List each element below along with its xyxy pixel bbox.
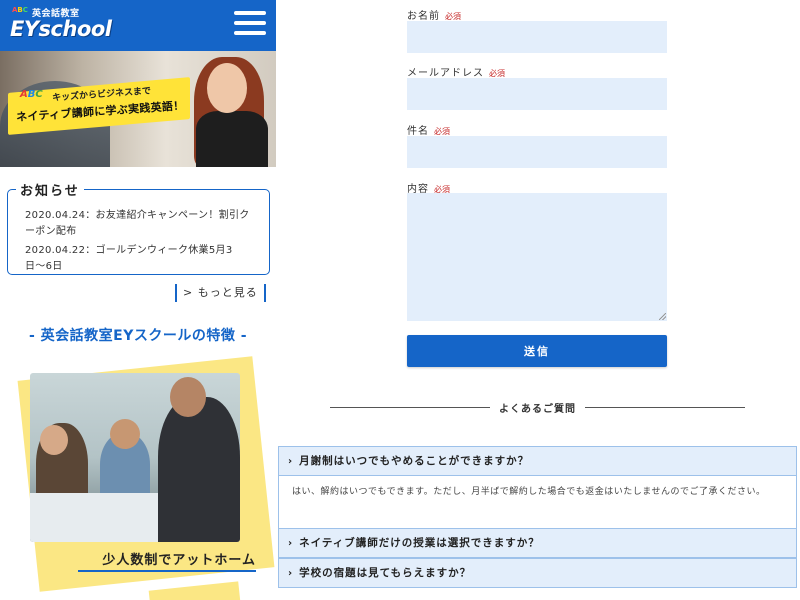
chevron-right-icon: › — [288, 538, 294, 549]
faq-answer: はい、解約はいつでもできます。ただし、月半ばで解約した場合でも返金はいたしません… — [278, 476, 797, 528]
left-column: ABC 英会話教室 EYschool ABC キッズからビジネスまで ネイティブ… — [0, 0, 276, 600]
chevron-right-icon: › — [288, 568, 294, 579]
email-label: メールアドレス 必須 — [407, 68, 505, 79]
logo-wordmark: EYschool — [10, 17, 112, 41]
features-title: - 英会話教室EYスクールの特徴 - — [28, 328, 248, 344]
faq-question[interactable]: › ネイティブ講師だけの授業は選択できますか？ — [278, 528, 797, 558]
required-badge: 必須 — [434, 127, 450, 136]
content-textarea[interactable] — [407, 193, 667, 321]
hero-abc-letters: ABC — [20, 89, 43, 100]
news-box: お知らせ 2020.04.24：お友達紹介キャンペーン！割引クーポン配布 202… — [7, 180, 270, 275]
faq-question[interactable]: › 月謝制はいつでもやめることができますか？ — [278, 446, 797, 476]
feature-underline — [78, 570, 256, 572]
subject-field[interactable] — [407, 136, 667, 168]
news-item[interactable]: 2020.04.24：お友達紹介キャンペーン！割引クーポン配布 — [25, 208, 253, 240]
news-item[interactable]: 2020.04.22：ゴールデンウィーク休業5月3日〜6日 — [25, 243, 253, 275]
next-feature-card-background — [148, 581, 242, 600]
site-header: ABC 英会話教室 EYschool — [0, 0, 276, 51]
chevron-right-icon: › — [288, 456, 294, 467]
email-field[interactable] — [407, 78, 667, 110]
hamburger-menu-icon[interactable] — [234, 11, 266, 39]
name-label: お名前 必須 — [407, 11, 461, 22]
hero-banner: ABC キッズからビジネスまで ネイティブ講師に学ぶ実践英語！ — [0, 51, 276, 167]
required-badge: 必須 — [489, 69, 505, 78]
classroom-photo — [30, 373, 240, 542]
required-badge: 必須 — [445, 12, 461, 21]
faq-heading: よくあるご質問 — [330, 400, 745, 415]
faq-question[interactable]: › 学校の宿題は見てもらえますか？ — [278, 558, 797, 588]
textarea-resize-handle[interactable] — [659, 313, 666, 320]
name-field[interactable] — [407, 21, 667, 53]
logo-abc-letters: ABC — [12, 6, 28, 14]
more-news-link[interactable]: > もっと見る — [175, 284, 266, 302]
subject-label: 件名 必須 — [407, 126, 450, 137]
submit-button[interactable]: 送信 — [407, 335, 667, 367]
feature-caption: 少人数制でアットホーム — [102, 553, 256, 568]
site-logo[interactable]: ABC 英会話教室 EYschool — [10, 6, 112, 46]
news-title: お知らせ — [16, 180, 84, 199]
